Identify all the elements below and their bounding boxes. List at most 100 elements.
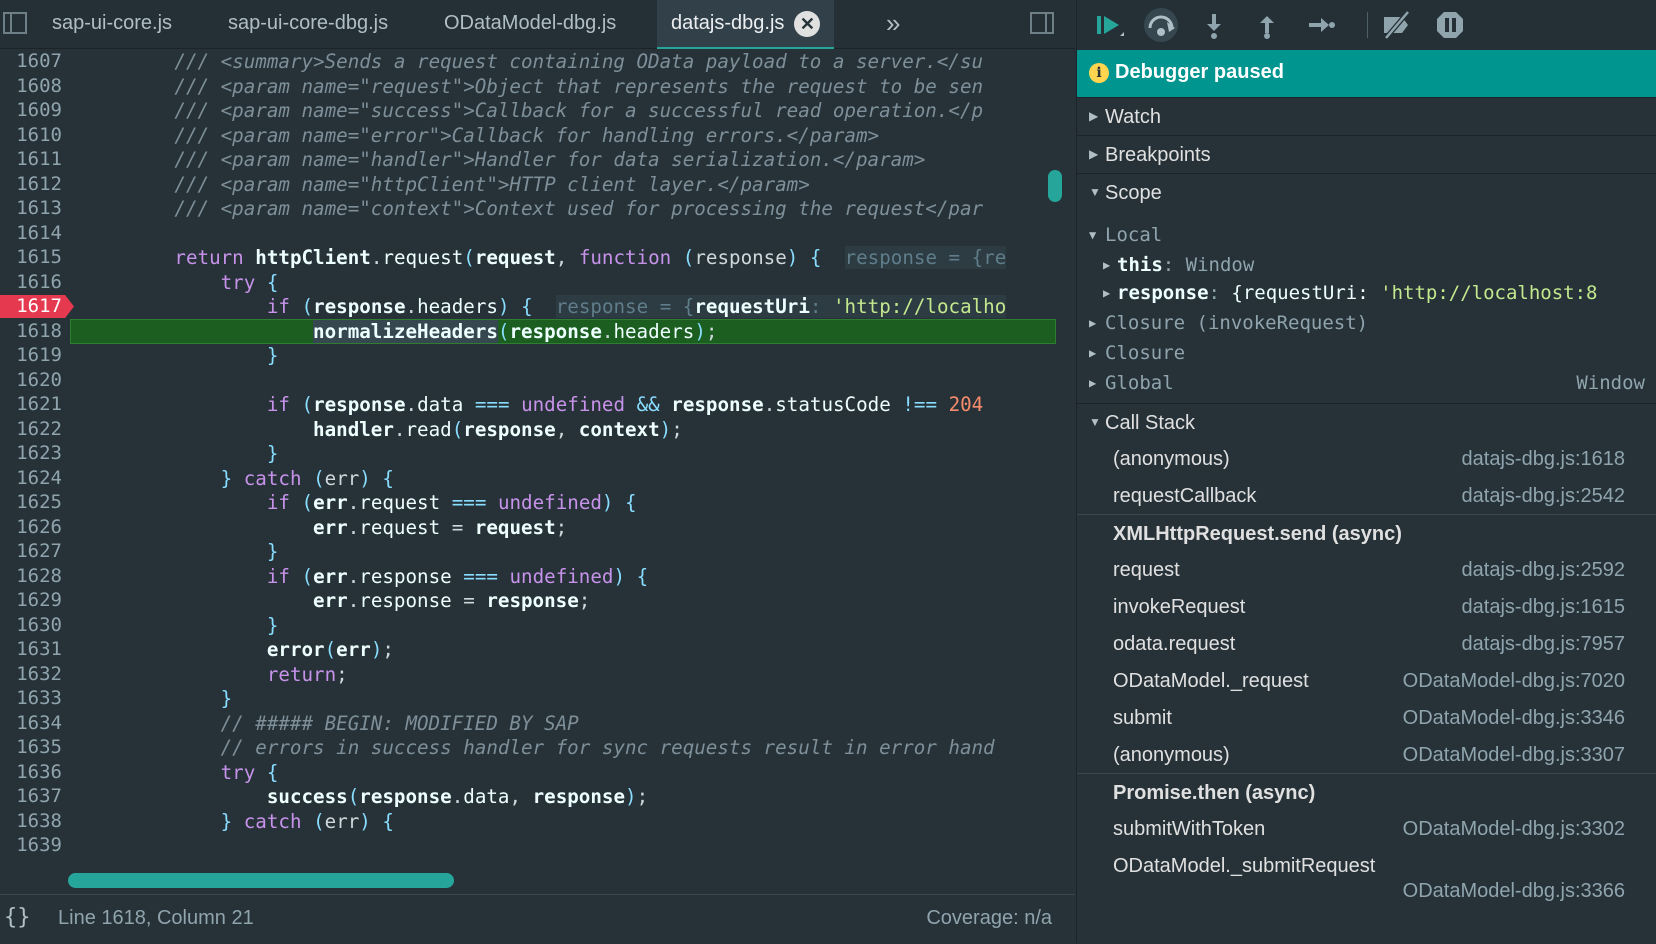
line-number[interactable]: 1626 [0, 515, 62, 541]
line-text: return; [266, 662, 348, 686]
call-frame[interactable]: (anonymous) datajs-dbg.js:1618 [1077, 440, 1656, 478]
line-number[interactable]: 1612 [0, 172, 62, 198]
call-frame[interactable]: requestCallback datajs-dbg.js:2542 [1077, 477, 1656, 515]
line-number[interactable]: 1635 [0, 735, 62, 761]
line-number[interactable]: 1609 [0, 98, 62, 124]
line-number[interactable]: 1628 [0, 564, 62, 590]
pretty-print-icon[interactable]: {} [4, 905, 31, 930]
tab-odatamodel-dbg[interactable]: ODataModel-dbg.js [444, 0, 616, 47]
frame-location[interactable]: datajs-dbg.js:2592 [1462, 551, 1625, 589]
line-text: return httpClient.request(request, funct… [174, 246, 1007, 269]
collapse-arrow-icon: ▼ [1089, 228, 1097, 242]
line-text: } [266, 540, 279, 563]
step-into-button[interactable] [1197, 8, 1231, 42]
tab-sap-ui-core[interactable]: sap-ui-core.js [52, 0, 172, 47]
line-text: if (err.request === undefined) { [266, 491, 637, 514]
code-line: 1620 [0, 368, 1060, 394]
line-number[interactable]: 1637 [0, 784, 62, 810]
line-number[interactable]: 1610 [0, 123, 62, 149]
line-number[interactable]: 1622 [0, 417, 62, 443]
line-number[interactable]: 1613 [0, 196, 62, 222]
line-number[interactable]: 1615 [0, 245, 62, 271]
code-line-breakpoint: 1617 if (response.headers) { response = … [0, 294, 1060, 320]
call-frame[interactable]: (anonymous) ODataModel-dbg.js:3307 [1077, 736, 1656, 774]
line-number[interactable]: 1630 [0, 613, 62, 639]
line-number[interactable]: 1607 [0, 49, 62, 75]
step-button[interactable] [1303, 8, 1337, 42]
code-line: 1634 // ##### BEGIN: MODIFIED BY SAP [0, 711, 1060, 737]
line-number[interactable]: 1638 [0, 809, 62, 835]
expand-arrow-icon: ▶ [1089, 346, 1097, 360]
more-tabs-icon[interactable]: » [886, 0, 900, 47]
call-frame-location-wrap[interactable]: ODataModel-dbg.js:3366 [1077, 872, 1656, 910]
line-text: try { [220, 760, 279, 784]
scope-var-response[interactable]: ▶ response: {requestUri: 'http://localhos… [1077, 278, 1656, 308]
line-number[interactable]: 1619 [0, 343, 62, 369]
line-number[interactable]: 1625 [0, 490, 62, 516]
scope-closure-invokerequest[interactable]: ▶ Closure (invokeRequest) [1077, 308, 1656, 338]
resume-button[interactable] [1091, 8, 1125, 42]
tab-datajs-dbg[interactable]: datajs-dbg.js ✕ [657, 0, 835, 49]
call-frame[interactable]: request datajs-dbg.js:2592 [1077, 551, 1656, 589]
line-number[interactable]: 1631 [0, 637, 62, 663]
scope-var-this[interactable]: ▶ this: Window [1077, 250, 1656, 280]
horizontal-scrollbar[interactable] [68, 873, 454, 888]
line-number[interactable]: 1632 [0, 662, 62, 688]
frame-location[interactable]: ODataModel-dbg.js:3366 [1403, 872, 1625, 910]
frame-location[interactable]: datajs-dbg.js:1618 [1462, 440, 1625, 478]
code-line: 1630 } [0, 613, 1060, 639]
step-over-button[interactable] [1144, 8, 1178, 42]
close-tab-icon[interactable]: ✕ [794, 10, 821, 37]
pause-on-exceptions-button[interactable] [1433, 8, 1467, 42]
call-stack-section-header[interactable]: ▼ Call Stack [1077, 403, 1656, 442]
scope-local[interactable]: ▼ Local [1077, 220, 1656, 250]
line-number[interactable]: 1617 [0, 294, 62, 320]
frame-location[interactable]: ODataModel-dbg.js:7020 [1403, 662, 1625, 700]
line-number[interactable]: 1621 [0, 392, 62, 418]
line-number[interactable]: 1623 [0, 441, 62, 467]
step-out-button[interactable] [1250, 8, 1284, 42]
line-number[interactable]: 1616 [0, 270, 62, 296]
frame-location[interactable]: datajs-dbg.js:1615 [1462, 588, 1625, 626]
scope-section-header[interactable]: ▼ Scope [1077, 173, 1656, 212]
frame-location[interactable]: datajs-dbg.js:7957 [1462, 625, 1625, 663]
var-value-string: 'http://localhost:8 [1380, 282, 1598, 304]
toggle-debugger-icon[interactable] [1030, 12, 1054, 34]
watch-section-header[interactable]: ▶ Watch [1077, 97, 1656, 136]
call-frame[interactable]: submitWithToken ODataModel-dbg.js:3302 [1077, 810, 1656, 848]
line-number[interactable]: 1618 [0, 319, 62, 345]
code-view[interactable]: 1607 /// <summary>Sends a request contai… [0, 49, 1060, 894]
line-number[interactable]: 1629 [0, 588, 62, 614]
vertical-scrollbar[interactable] [1048, 170, 1062, 202]
call-frame[interactable]: submit ODataModel-dbg.js:3346 [1077, 699, 1656, 737]
line-number[interactable]: 1614 [0, 221, 62, 247]
line-number[interactable]: 1634 [0, 711, 62, 737]
line-number[interactable]: 1627 [0, 539, 62, 565]
line-text: } catch (err) { [220, 466, 394, 490]
line-number[interactable]: 1620 [0, 368, 62, 394]
frame-location[interactable]: datajs-dbg.js:2542 [1462, 477, 1625, 515]
call-frame[interactable]: odata.request datajs-dbg.js:7957 [1077, 625, 1656, 663]
frame-location[interactable]: ODataModel-dbg.js:3307 [1403, 736, 1625, 774]
line-text: err.request = request; [313, 515, 568, 539]
scope-value: Window [1576, 372, 1645, 394]
frame-location[interactable]: ODataModel-dbg.js:3346 [1403, 699, 1625, 737]
toggle-navigator-icon[interactable] [3, 12, 27, 34]
line-number[interactable]: 1611 [0, 147, 62, 173]
scope-global[interactable]: ▶ Global Window [1077, 368, 1656, 398]
breakpoints-section-header[interactable]: ▶ Breakpoints [1077, 135, 1656, 174]
frame-location[interactable]: ODataModel-dbg.js:3302 [1403, 810, 1625, 848]
line-number[interactable]: 1608 [0, 74, 62, 100]
call-frame[interactable]: invokeRequest datajs-dbg.js:1615 [1077, 588, 1656, 626]
scope-closure[interactable]: ▶ Closure [1077, 338, 1656, 368]
call-frame[interactable]: ODataModel._request ODataModel-dbg.js:702… [1077, 662, 1656, 700]
deactivate-breakpoints-button[interactable] [1380, 8, 1414, 42]
line-text: if (err.response === undefined) { [266, 564, 649, 588]
tab-sap-ui-core-dbg[interactable]: sap-ui-core-dbg.js [228, 0, 388, 47]
line-number[interactable]: 1639 [0, 833, 62, 859]
line-number[interactable]: 1633 [0, 686, 62, 712]
code-line: 1629 err.response = response; [0, 588, 1060, 614]
line-number[interactable]: 1624 [0, 466, 62, 492]
line-number[interactable]: 1636 [0, 760, 62, 786]
resume-icon [1097, 16, 1124, 36]
